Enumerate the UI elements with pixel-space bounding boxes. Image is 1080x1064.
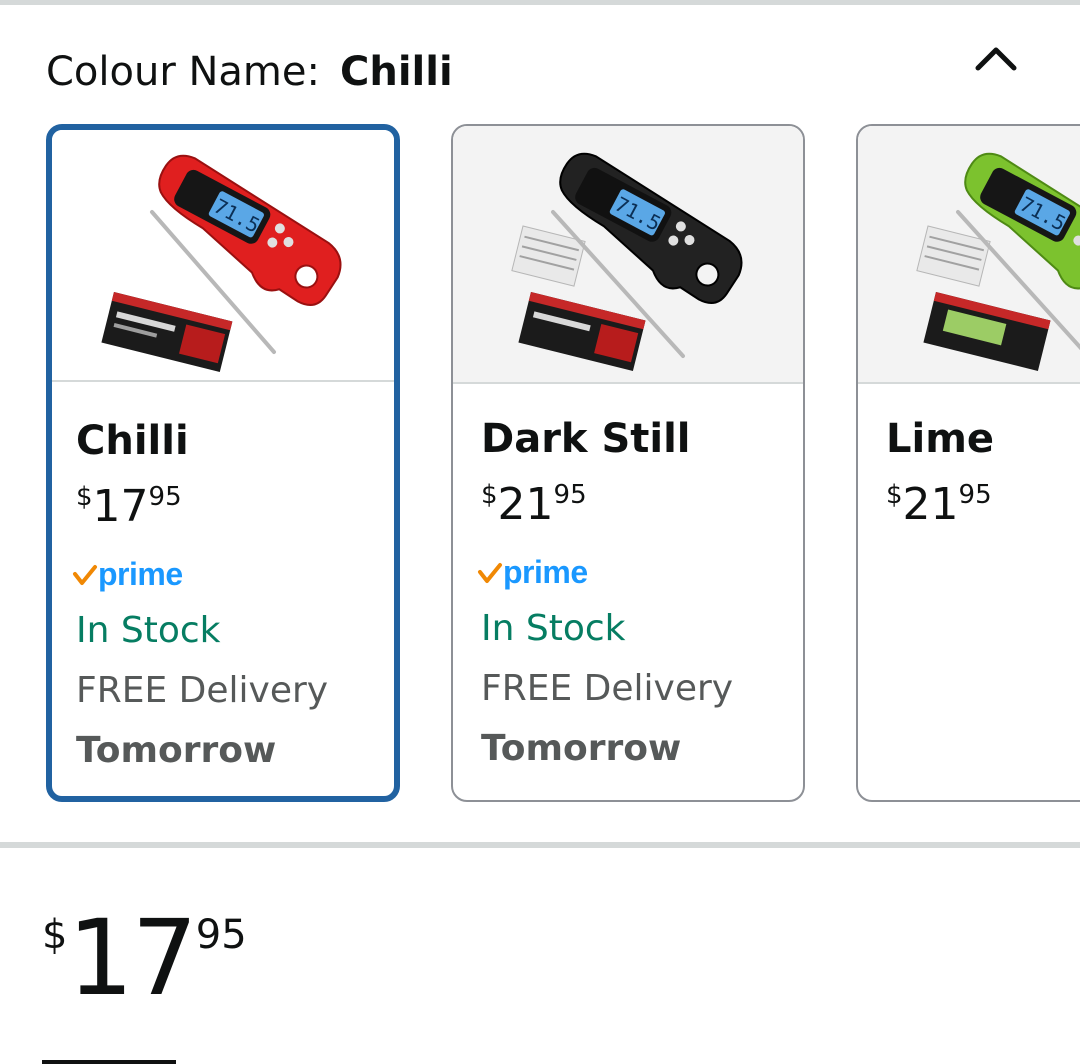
prime-check-icon: [478, 562, 502, 583]
current-price-fraction: 95: [195, 912, 247, 958]
section-divider: [0, 842, 1080, 848]
colour-name-value: Chilli: [339, 49, 453, 95]
delivery-label: FREE Delivery: [76, 670, 329, 711]
prime-label: prime: [503, 554, 588, 590]
variant-card-chilli[interactable]: 71.5 Chilli $1795 prime In Stock FREE De…: [46, 124, 400, 802]
variant-price: $2195: [481, 476, 587, 534]
product-image: 71.5: [858, 126, 1080, 384]
stock-status: In Stock: [481, 608, 626, 649]
top-divider: [0, 0, 1080, 5]
price-whole: 21: [497, 479, 554, 530]
prime-check-icon: [73, 564, 97, 585]
product-image: 71.5: [52, 130, 394, 382]
prime-badge: prime: [477, 554, 588, 596]
variant-name: Chilli: [76, 418, 189, 464]
colour-name-label: Colour Name:: [46, 49, 320, 95]
delivery-label: FREE Delivery: [481, 668, 734, 709]
price-symbol: $: [481, 480, 498, 510]
collapse-button[interactable]: [968, 36, 1024, 84]
prime-label: prime: [98, 556, 183, 592]
stock-status: In Stock: [76, 610, 221, 651]
variant-price: $2195: [886, 476, 992, 534]
price-fraction: 95: [958, 480, 992, 510]
product-image: 71.5: [453, 126, 803, 384]
current-price-whole: 17: [67, 897, 197, 1019]
colour-name-header: Colour Name: Chilli: [46, 44, 453, 100]
chevron-up-icon: [975, 47, 1017, 71]
price-fraction: 95: [553, 480, 587, 510]
current-price-symbol: $: [42, 912, 68, 958]
product-variant-page: Colour Name: Chilli 71.5 Chilli $1795 pr…: [0, 0, 1080, 1064]
variant-price: $1795: [76, 478, 182, 536]
delivery-date: Tomorrow: [481, 728, 682, 769]
price-whole: 21: [902, 479, 959, 530]
price-symbol: $: [76, 482, 93, 512]
price-whole: 17: [92, 481, 149, 532]
delivery-date: Tomorrow: [76, 730, 277, 771]
variant-name: Lime: [886, 416, 995, 462]
price-fraction: 95: [148, 482, 182, 512]
variant-card-lime[interactable]: 71.5 Lime $2195: [856, 124, 1080, 802]
prime-badge: prime: [72, 556, 183, 598]
price-symbol: $: [886, 480, 903, 510]
variant-name: Dark Still: [481, 416, 691, 462]
current-price: $1795: [42, 898, 247, 1018]
bottom-tab-indicator: [42, 1060, 176, 1064]
variant-card-dark-still[interactable]: 71.5 Dark Still $2195 prime In Stock FRE…: [451, 124, 805, 802]
